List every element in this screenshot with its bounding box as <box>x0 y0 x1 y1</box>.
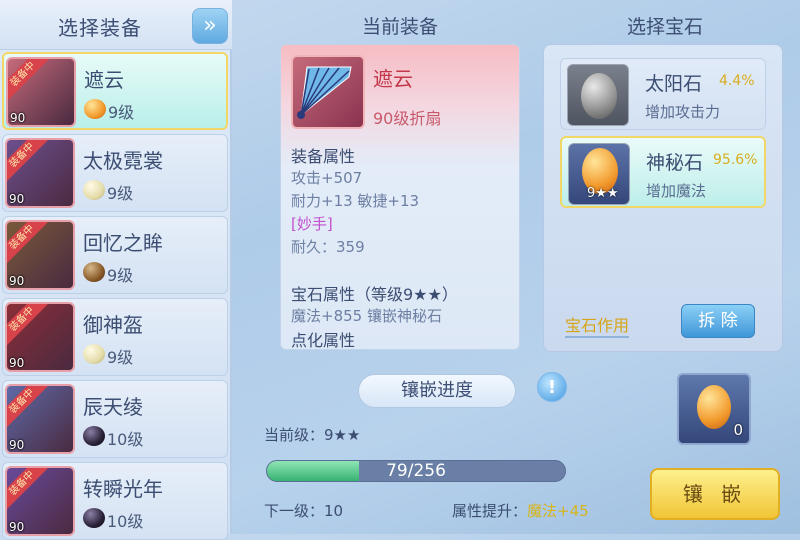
remove-button[interactable]: 拆 除 <box>681 304 755 338</box>
equipment-level: 90 <box>9 438 25 452</box>
info-icon[interactable]: ! <box>537 372 567 402</box>
gem-desc: 增加攻击力 <box>645 103 721 121</box>
equipped-ribbon: 装备中 <box>7 222 48 264</box>
sun-stone-icon <box>567 64 629 126</box>
gem-icon <box>83 262 105 282</box>
gem-option-sun-stone[interactable]: 太阳石 4.4% 增加攻击力 <box>560 58 766 130</box>
gem-level: 10级 <box>107 512 144 531</box>
equipment-name: 转瞬光年 <box>83 477 163 501</box>
item-type: 90级折扇 <box>373 109 442 128</box>
gem-level: 10级 <box>107 430 144 449</box>
gem-effect-link[interactable]: 宝石作用 <box>565 312 630 338</box>
gem-icon <box>83 344 105 364</box>
inlay-button[interactable]: 镶 嵌 <box>650 468 780 520</box>
orange-stone-icon <box>697 385 731 429</box>
equipment-icon: 装备中 90 <box>6 57 76 127</box>
equipment-icon: 装备中 90 <box>5 384 75 454</box>
gem-stars: 9★★ <box>587 186 619 201</box>
equipment-panel-title: 选择装备 <box>58 16 142 40</box>
mystery-stone-icon: 9★★ <box>568 143 630 205</box>
gem-slot-count: 0 <box>733 421 743 439</box>
equipment-level: 90 <box>9 274 25 288</box>
gem-percent: 95.6% <box>713 152 758 168</box>
equipment-name: 回忆之眸 <box>83 231 163 255</box>
attr-increase: 属性提升：魔法+45 <box>452 500 589 521</box>
gem-level: 9级 <box>107 266 134 285</box>
fan-icon <box>291 55 365 129</box>
equipped-ribbon: 装备中 <box>7 386 48 428</box>
select-gem-title: 选择宝石 <box>626 16 703 38</box>
current-level: 当前级：9★★ <box>264 426 361 444</box>
equipped-ribbon: 装备中 <box>7 140 48 182</box>
special-attr: [妙手] <box>291 215 333 233</box>
equipment-level: 90 <box>9 192 25 206</box>
equipment-icon: 装备中 90 <box>5 138 75 208</box>
current-equipment-title: 当前装备 <box>361 16 438 38</box>
equipped-ribbon: 装备中 <box>8 59 49 101</box>
equipment-name: 太极霓裳 <box>83 149 163 173</box>
attr-line-2: 耐力+13 敏捷+13 <box>291 192 420 210</box>
gem-desc: 增加魔法 <box>646 182 707 200</box>
equipment-name: 辰天绫 <box>83 395 143 419</box>
equipped-ribbon: 装备中 <box>7 304 48 346</box>
gem-attr-line: 魔法+855 镶嵌神秘石 <box>291 307 442 325</box>
gem-level: 9级 <box>107 348 134 367</box>
gem-icon <box>83 180 105 200</box>
progress-text: 79/256 <box>386 461 446 481</box>
equipment-level: 90 <box>9 356 25 370</box>
gem-option-mystery-stone[interactable]: 9★★ 神秘石 95.6% 增加魔法 <box>560 136 766 208</box>
equipment-level: 90 <box>9 520 25 534</box>
equipment-detail-card[interactable]: 遮云 90级折扇 装备属性 攻击+507 耐力+13 敏捷+13 [妙手] 耐久… <box>280 44 520 350</box>
equipment-item[interactable]: 装备中 90 太极霓裳 9级 <box>2 134 228 212</box>
equipment-icon: 装备中 90 <box>5 466 75 536</box>
gem-level: 9级 <box>108 103 135 122</box>
refine-attr-heading: 点化属性 <box>291 331 356 350</box>
gem-slot[interactable]: 0 <box>677 373 751 445</box>
attr-line-1: 攻击+507 <box>291 169 363 187</box>
equipped-ribbon: 装备中 <box>7 468 48 510</box>
equipment-name: 遮云 <box>84 68 124 92</box>
gem-name: 太阳石 <box>645 73 703 95</box>
inlay-progress-bar: 79/256 <box>266 460 566 482</box>
collapse-arrow-icon[interactable]: » <box>192 8 228 44</box>
equipment-name: 御神盔 <box>83 313 143 337</box>
inlay-progress-label: 镶嵌进度 <box>358 374 516 408</box>
attr-increase-label: 属性提升： <box>452 502 528 520</box>
gem-percent: 4.4% <box>719 73 755 89</box>
equipment-item[interactable]: 装备中 90 回忆之眸 9级 <box>2 216 228 294</box>
item-name: 遮云 <box>373 67 413 91</box>
gem-name: 神秘石 <box>646 152 704 174</box>
equipment-item[interactable]: 装备中 90 辰天绫 10级 <box>2 380 228 458</box>
grey-stone-icon <box>581 73 617 119</box>
equip-attr-heading: 装备属性 <box>291 147 356 166</box>
gem-icon <box>83 508 105 528</box>
gem-level: 9级 <box>107 184 134 203</box>
equipment-level: 90 <box>10 111 26 125</box>
equipment-icon: 装备中 90 <box>5 302 75 372</box>
gem-attr-heading: 宝石属性（等级9★★） <box>291 285 458 304</box>
equipment-icon: 装备中 90 <box>5 220 75 290</box>
next-level: 下一级：10 <box>264 502 344 520</box>
gem-icon <box>83 426 105 446</box>
durability: 耐久：359 <box>291 238 365 256</box>
attr-increase-value: 魔法+45 <box>527 502 589 520</box>
equipment-item[interactable]: 装备中 90 御神盔 9级 <box>2 298 228 376</box>
equipment-item[interactable]: 装备中 90 遮云 9级 <box>2 52 228 130</box>
equipment-item[interactable]: 装备中 90 转瞬光年 10级 <box>2 462 228 540</box>
gem-icon <box>84 99 106 119</box>
